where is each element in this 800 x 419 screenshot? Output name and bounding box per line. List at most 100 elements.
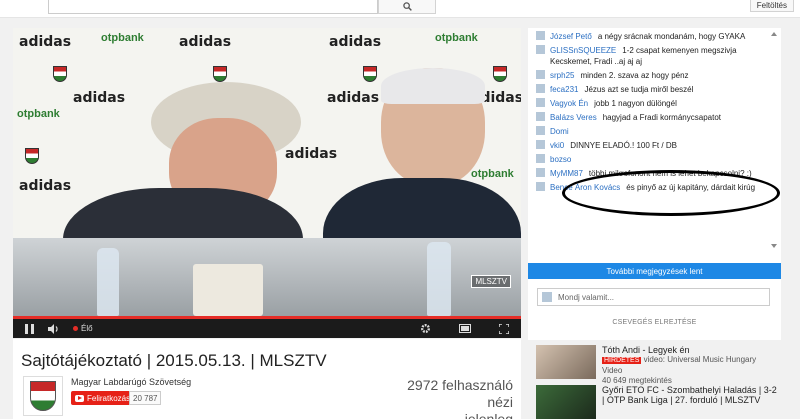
chat-text: Jézus azt se tudja miről beszél [584,85,694,94]
masthead: Feltöltés [0,0,800,18]
mlsz-crest-icon [493,66,507,82]
volume-button[interactable] [48,323,59,334]
user-avatar[interactable] [536,70,545,79]
live-indicator: Élő [73,324,93,333]
gear-icon [421,324,430,333]
chat-author[interactable]: Balázs Veres [550,113,597,122]
user-avatar[interactable] [536,140,545,149]
scroll-up-arrow-icon[interactable] [771,32,777,36]
recommended-video[interactable]: Tóth Andi - Legyek én HIRDETÉS video: Un… [528,345,781,385]
second-man-hair [381,68,485,104]
volume-icon [48,323,58,334]
theater-mode-icon [459,324,471,333]
theater-button[interactable] [459,323,471,334]
recommended-title[interactable]: Tóth Andi - Legyek én [602,345,777,355]
subscribe-label: Feliratkozás [87,393,131,403]
chat-author[interactable]: bozso [550,155,571,164]
youtube-logo-icon [75,394,84,402]
chat-input-placeholder: Mondj valamit... [558,292,615,302]
video-frame[interactable]: adidas otpbank adidas adidas otpbank otp… [13,28,521,316]
chat-message: srph25 minden 2. szava az hogy pénz [528,67,781,81]
hide-chat-button[interactable]: CSEVEGÉS ELREJTÉSE [528,319,781,326]
chat-author[interactable]: feca231 [550,85,578,94]
player-controls: Élő [13,319,521,338]
user-avatar[interactable] [536,182,545,191]
adidas-logo: adidas [19,178,72,194]
viewers-line-1: 2972 felhasználó nézi [407,377,513,410]
chat-text: minden 2. szava az hogy pénz [580,71,689,80]
fullscreen-button[interactable] [499,323,509,334]
recommended-video[interactable]: Győri ETO FC - Szombathelyi Haladás | 3-… [528,385,781,419]
water-bottle [97,248,119,316]
chat-message: Balázs Veres hagyjad a Fradi kormánycsapa… [528,109,781,123]
chat-text: hagyjad a Fradi kormánycsapatot [602,113,721,122]
chat-message-list[interactable]: József Pető a négy srácnak mondanám, hogy… [528,28,781,263]
live-viewers: 2972 felhasználó nézi jelenleg [393,377,513,419]
mlsz-crest-icon [213,66,227,82]
video-player[interactable]: adidas otpbank adidas adidas otpbank otp… [13,28,521,338]
chat-input[interactable]: Mondj valamit... [537,288,770,306]
chat-author[interactable]: MyMM87 [550,169,583,178]
chat-message: bozso [528,151,781,165]
chat-text: a négy srácnak mondanám, hogy GYAKA [597,32,746,41]
adidas-logo: adidas [329,34,382,50]
recommended-title[interactable]: Győri ETO FC - Szombathelyi Haladás | 3-… [602,385,777,405]
chat-text: jobb 1 nagyon dülöngél [594,99,677,108]
video-info: Sajtótájékoztató | 2015.05.13. | MLSZTV … [13,339,521,419]
chat-message: feca231 Jézus azt se tudja miről beszél [528,81,781,95]
subscriber-count: 20 787 [129,391,162,405]
hand-drawn-ellipse [562,170,780,216]
otp-logo: otpbank [435,32,478,44]
adidas-logo: adidas [285,146,338,162]
search-icon [402,2,412,11]
live-label: Élő [81,324,93,333]
chat-author[interactable]: GLISSnSQUEEZE [550,46,616,55]
mlsz-crest-icon [30,381,56,411]
adidas-logo: adidas [327,90,380,106]
scroll-down-arrow-icon[interactable] [771,244,777,248]
user-avatar [542,292,552,302]
otp-logo: otpbank [17,108,60,120]
otp-logo: otpbank [471,168,514,180]
viewers-line-2: jelenleg [464,411,513,419]
chat-author[interactable]: József Pető [550,32,592,41]
chat-author[interactable]: Vagyok Én [550,99,588,108]
settings-button[interactable] [420,323,431,334]
otp-logo: otpbank [101,32,144,44]
search-input[interactable] [48,0,378,14]
ad-badge: HIRDETÉS [602,357,642,364]
user-avatar[interactable] [536,154,545,163]
mlsz-crest-icon [363,66,377,82]
mlsz-crest-icon [53,66,67,82]
subscribe-button[interactable]: Feliratkozás [71,391,135,405]
chat-author[interactable]: Domi [550,127,569,136]
user-avatar[interactable] [536,126,545,135]
video-thumbnail[interactable] [536,385,596,419]
channel-name[interactable]: Magyar Labdarúgó Szövetség [71,377,191,387]
user-avatar[interactable] [536,45,545,54]
chat-author[interactable]: vki0 [550,141,564,150]
chat-message: Domi [528,123,781,137]
upload-button[interactable]: Feltöltés [749,0,794,12]
papers [193,264,263,316]
chat-text: DINNYE ELADÓ.! 100 Ft / DB [570,141,677,150]
channel-avatar[interactable] [23,376,63,416]
adidas-logo: adidas [73,90,126,106]
chat-message: GLISSnSQUEEZE 1-2 csapat kemenyen megsziv… [528,42,781,67]
user-avatar[interactable] [536,31,545,40]
chat-message: Vagyok Én jobb 1 nagyon dülöngél [528,95,781,109]
chat-author[interactable]: srph25 [550,71,574,80]
fullscreen-icon [499,323,509,334]
chat-message: József Pető a négy srácnak mondanám, hogy… [528,28,781,42]
search-button[interactable] [378,0,436,14]
pause-button[interactable] [25,323,34,334]
video-thumbnail[interactable] [536,345,596,379]
water-bottle [427,242,451,316]
user-avatar[interactable] [536,168,545,177]
user-avatar[interactable] [536,112,545,121]
more-comments-button[interactable]: További megjegyzések lent [528,263,781,279]
user-avatar[interactable] [536,98,545,107]
adidas-logo: adidas [179,34,232,50]
pause-icon [25,323,34,334]
user-avatar[interactable] [536,84,545,93]
